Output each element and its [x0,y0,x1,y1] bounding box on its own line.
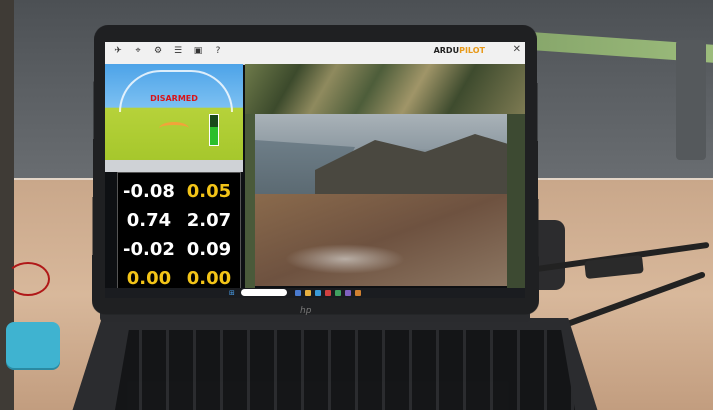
photo-scene: hp ✈ ⌖ ⚙ ☰ ▣ ? ARDUPILOT ✕ DISARMED -0.0… [0,0,713,410]
hud-tabs-strip[interactable] [105,160,243,172]
quick-value: 0.05 [186,181,232,202]
quick-cell: -0.08 [120,175,178,204]
snow-patch [285,244,405,274]
logo-accent: PILOT [459,46,485,55]
quick-cell: 0.09 [180,233,238,262]
browser-icon[interactable] [315,290,321,296]
simulation-icon[interactable]: ▣ [191,45,205,57]
map-right-edge[interactable] [507,114,525,298]
quick-value: 0.00 [186,268,232,289]
hud-display: DISARMED [105,64,243,160]
flight-plan-icon[interactable]: ⌖ [131,45,145,57]
file-explorer-icon[interactable] [305,290,311,296]
quick-value: 0.00 [126,268,172,289]
mission-planner-icon[interactable] [355,290,361,296]
quick-cell: 0.05 [180,175,238,204]
task-view-icon[interactable] [295,290,301,296]
battery-bar [209,114,219,146]
windows-taskbar: ⊞ [105,288,525,298]
quick-value: 0.74 [126,210,172,231]
roll-arc [119,70,233,112]
logo-main: ARDU [433,46,460,55]
mountain-ridge [315,134,507,194]
app-menubar: ✈ ⌖ ⚙ ☰ ▣ ? ARDUPILOT ✕ [105,42,525,65]
laptop-screen: ✈ ⌖ ⚙ ☰ ▣ ? ARDUPILOT ✕ DISARMED -0.08 0… [105,42,525,298]
app-icon[interactable] [335,290,341,296]
arm-status: DISARMED [150,94,198,103]
quick-value: -0.08 [123,181,175,202]
help-icon[interactable]: ? [211,45,225,57]
config-icon[interactable]: ☰ [171,45,185,57]
red-cable [6,262,50,296]
start-icon[interactable]: ⊞ [229,289,235,297]
quick-cell: 0.74 [120,204,178,233]
quick-values-panel: -0.08 0.05 0.74 2.07 -0.02 0.09 0.00 0.0… [117,172,241,292]
camera-video-feed[interactable] [255,114,507,286]
quick-value: 0.09 [186,239,232,260]
quick-cell: 0.00 [180,262,238,291]
taskbar-search[interactable] [241,289,287,296]
aircraft-symbol-icon [159,122,189,135]
hp-logo: hp [300,306,312,316]
close-icon[interactable]: ✕ [513,44,521,55]
quick-value: 2.07 [186,210,232,231]
flight-data-icon[interactable]: ✈ [111,45,125,57]
satellite-map[interactable] [245,64,525,114]
setup-icon[interactable]: ⚙ [151,45,165,57]
quick-value: -0.02 [123,239,175,260]
app-icon[interactable] [345,290,351,296]
laptop-keyboard [115,330,575,410]
blue-battery-case [6,322,60,368]
quick-cell: 0.00 [120,262,178,291]
quick-cell: -0.02 [120,233,178,262]
quick-cell: 2.07 [180,204,238,233]
background-monitor [676,40,706,160]
map-left-edge[interactable] [245,114,255,298]
app-icon[interactable] [325,290,331,296]
ardupilot-logo: ARDUPILOT [434,46,485,55]
